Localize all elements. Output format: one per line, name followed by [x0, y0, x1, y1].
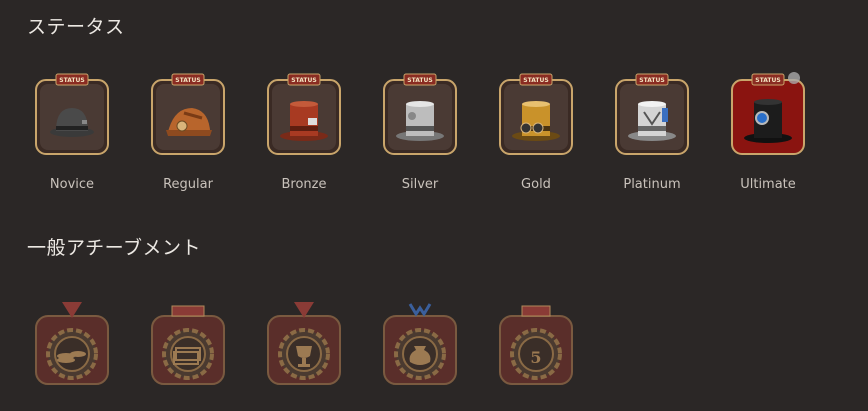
svg-text:STATUS: STATUS: [755, 77, 780, 84]
status-label: Bronze: [281, 177, 327, 192]
silver-top-hat-icon: STATUS: [383, 73, 457, 155]
money-bag-icon: [382, 303, 458, 386]
status-label: Gold: [521, 177, 551, 192]
status-list: STATUS Novice STATUS Regular STATUS Bron…: [22, 68, 852, 208]
number-five-coin-icon: 5: [498, 305, 574, 386]
status-label: Silver: [401, 177, 439, 192]
svg-text:STATUS: STATUS: [59, 77, 84, 84]
ultimate-top-hat-icon: STATUS: [731, 72, 805, 155]
svg-text:STATUS: STATUS: [523, 77, 548, 84]
gold-top-hat-icon: STATUS: [499, 73, 573, 155]
deerstalker-hat-icon: STATUS: [151, 73, 225, 155]
coins-icon: [34, 302, 110, 386]
achievement-item[interactable]: 5: [486, 296, 586, 388]
achievements-section-title: 一般アチーブメント: [27, 237, 201, 259]
svg-text:STATUS: STATUS: [639, 77, 664, 84]
status-label: Ultimate: [740, 177, 796, 192]
achievement-item[interactable]: [370, 296, 470, 388]
svg-text:STATUS: STATUS: [175, 77, 200, 84]
achievement-item[interactable]: [254, 296, 354, 388]
status-label: Regular: [163, 177, 213, 192]
svg-text:STATUS: STATUS: [291, 77, 316, 84]
status-label: Platinum: [623, 177, 681, 192]
status-label: Novice: [49, 177, 95, 192]
achievement-list: 5: [22, 296, 622, 396]
banknotes-icon: [150, 305, 226, 386]
platinum-top-hat-icon: STATUS: [615, 73, 689, 155]
svg-text:STATUS: STATUS: [407, 77, 432, 84]
achievement-item[interactable]: [138, 296, 238, 388]
svg-text:5: 5: [530, 348, 541, 367]
status-section-title: ステータス: [27, 16, 125, 38]
bowler-hat-icon: STATUS: [35, 73, 109, 155]
trophy-icon: [266, 302, 342, 386]
achievement-item[interactable]: [22, 296, 122, 388]
bronze-top-hat-icon: STATUS: [267, 73, 341, 155]
